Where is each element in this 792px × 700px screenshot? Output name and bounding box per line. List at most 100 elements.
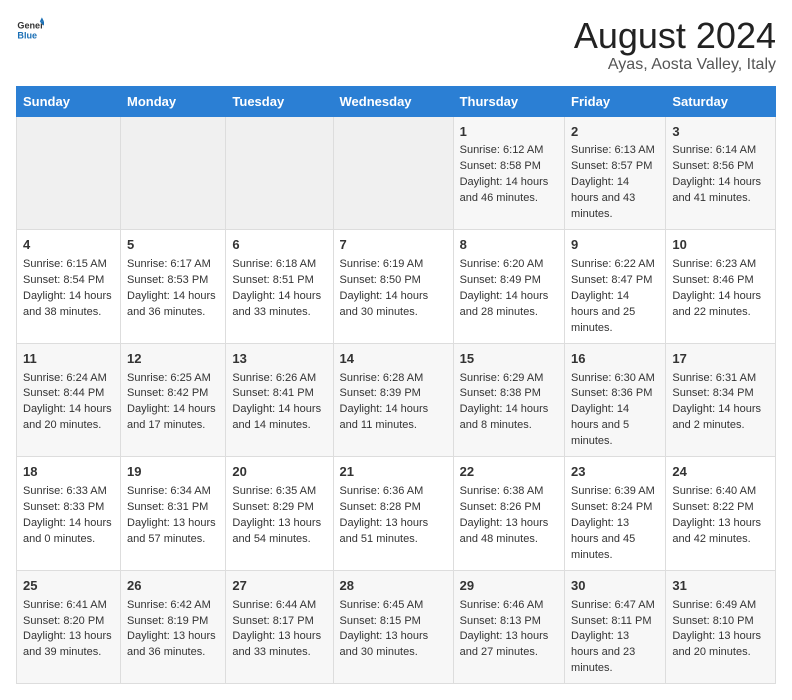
calendar-cell: 31Sunrise: 6:49 AMSunset: 8:10 PMDayligh… (666, 570, 776, 684)
day-info: Sunrise: 6:24 AM (23, 371, 114, 387)
col-header-thursday: Thursday (453, 86, 564, 116)
day-info: Sunrise: 6:26 AM (232, 371, 326, 387)
day-info: Sunset: 8:17 PM (232, 614, 326, 630)
day-number: 21 (340, 463, 447, 482)
day-info: Sunrise: 6:17 AM (127, 257, 219, 273)
calendar-cell: 10Sunrise: 6:23 AMSunset: 8:46 PMDayligh… (666, 230, 776, 344)
svg-text:Blue: Blue (17, 30, 37, 40)
calendar-cell: 16Sunrise: 6:30 AMSunset: 8:36 PMDayligh… (565, 343, 666, 457)
calendar-cell: 1Sunrise: 6:12 AMSunset: 8:58 PMDaylight… (453, 116, 564, 230)
day-number: 13 (232, 350, 326, 369)
day-info: Sunset: 8:36 PM (571, 386, 659, 402)
day-info: Sunset: 8:41 PM (232, 386, 326, 402)
day-number: 14 (340, 350, 447, 369)
calendar-cell: 3Sunrise: 6:14 AMSunset: 8:56 PMDaylight… (666, 116, 776, 230)
day-info: Daylight: 13 hours and 48 minutes. (460, 516, 558, 548)
day-info: Daylight: 13 hours and 57 minutes. (127, 516, 219, 548)
day-number: 15 (460, 350, 558, 369)
calendar-cell: 28Sunrise: 6:45 AMSunset: 8:15 PMDayligh… (333, 570, 453, 684)
day-info: Sunset: 8:44 PM (23, 386, 114, 402)
calendar-cell (226, 116, 333, 230)
day-info: Sunrise: 6:40 AM (672, 484, 769, 500)
calendar-cell: 30Sunrise: 6:47 AMSunset: 8:11 PMDayligh… (565, 570, 666, 684)
day-info: Daylight: 14 hours and 17 minutes. (127, 402, 219, 434)
day-info: Sunrise: 6:12 AM (460, 143, 558, 159)
week-row-3: 11 Sunrise: 6:24 AMSunset: 8:44 PM Dayligh… (17, 343, 776, 457)
day-info: Daylight: 13 hours and 54 minutes. (232, 516, 326, 548)
day-number: 1 (460, 123, 558, 142)
day-info: Sunset: 8:33 PM (23, 500, 114, 516)
day-info: Daylight: 14 hours and 38 minutes. (23, 289, 114, 321)
day-info: Daylight: 14 hours and 8 minutes. (460, 402, 558, 434)
day-info: Daylight: 13 hours and 27 minutes. (460, 629, 558, 661)
day-info: Sunrise: 6:31 AM (672, 371, 769, 387)
day-number: 9 (571, 236, 659, 255)
day-info: Sunrise: 6:30 AM (571, 371, 659, 387)
day-info: Sunrise: 6:22 AM (571, 257, 659, 273)
calendar-cell: 21Sunrise: 6:36 AMSunset: 8:28 PMDayligh… (333, 457, 453, 571)
calendar-cell (333, 116, 453, 230)
day-number: 12 (127, 350, 219, 369)
calendar-cell: 15Sunrise: 6:29 AMSunset: 8:38 PMDayligh… (453, 343, 564, 457)
day-info: Daylight: 14 hours and 33 minutes. (232, 289, 326, 321)
logo: General Blue (16, 16, 44, 44)
calendar-cell: 25Sunrise: 6:41 AMSunset: 8:20 PMDayligh… (17, 570, 121, 684)
col-header-monday: Monday (121, 86, 226, 116)
day-info: Sunset: 8:54 PM (23, 273, 114, 289)
calendar-cell: 12Sunrise: 6:25 AMSunset: 8:42 PMDayligh… (121, 343, 226, 457)
day-info: Sunset: 8:34 PM (672, 386, 769, 402)
day-info: Daylight: 14 hours and 46 minutes. (460, 175, 558, 207)
week-row-1: 1Sunrise: 6:12 AMSunset: 8:58 PMDaylight… (17, 116, 776, 230)
calendar-cell: 27Sunrise: 6:44 AMSunset: 8:17 PMDayligh… (226, 570, 333, 684)
day-number: 16 (571, 350, 659, 369)
day-info: Sunrise: 6:38 AM (460, 484, 558, 500)
day-info: Sunrise: 6:33 AM (23, 484, 114, 500)
day-number: 11 (23, 350, 114, 369)
calendar-cell: 17 Sunrise: 6:31 AMSunset: 8:34 PMDayligh… (666, 343, 776, 457)
day-info: Daylight: 13 hours and 20 minutes. (672, 629, 769, 661)
calendar-cell: 9Sunrise: 6:22 AMSunset: 8:47 PMDaylight… (565, 230, 666, 344)
day-info: Sunset: 8:39 PM (340, 386, 447, 402)
page-subtitle: Ayas, Aosta Valley, Italy (574, 56, 776, 74)
svg-text:General: General (17, 21, 44, 31)
page-title: August 2024 (574, 16, 776, 56)
day-info: Sunset: 8:46 PM (672, 273, 769, 289)
col-header-friday: Friday (565, 86, 666, 116)
day-info: Sunrise: 6:15 AM (23, 257, 114, 273)
logo-icon: General Blue (16, 16, 44, 44)
calendar-cell: 24Sunrise: 6:40 AMSunset: 8:22 PMDayligh… (666, 457, 776, 571)
calendar-cell: 6Sunrise: 6:18 AMSunset: 8:51 PMDaylight… (226, 230, 333, 344)
day-info: Sunset: 8:31 PM (127, 500, 219, 516)
day-info: Daylight: 14 hours and 30 minutes. (340, 289, 447, 321)
day-info: Sunrise: 6:34 AM (127, 484, 219, 500)
day-info: Sunrise: 6:42 AM (127, 598, 219, 614)
day-info: Daylight: 14 hours and 2 minutes. (672, 402, 769, 434)
day-info: Sunrise: 6:19 AM (340, 257, 447, 273)
calendar-cell: 26Sunrise: 6:42 AMSunset: 8:19 PMDayligh… (121, 570, 226, 684)
day-info: Daylight: 14 hours and 22 minutes. (672, 289, 769, 321)
calendar-cell: 13Sunrise: 6:26 AMSunset: 8:41 PMDayligh… (226, 343, 333, 457)
week-row-5: 25Sunrise: 6:41 AMSunset: 8:20 PMDayligh… (17, 570, 776, 684)
col-header-saturday: Saturday (666, 86, 776, 116)
day-info: Sunset: 8:22 PM (672, 500, 769, 516)
calendar-cell: 5Sunrise: 6:17 AMSunset: 8:53 PMDaylight… (121, 230, 226, 344)
day-info: Daylight: 13 hours and 51 minutes. (340, 516, 447, 548)
day-info: Sunrise: 6:14 AM (672, 143, 769, 159)
day-info: Sunrise: 6:25 AM (127, 371, 219, 387)
day-number: 17 (672, 350, 769, 369)
col-header-wednesday: Wednesday (333, 86, 453, 116)
day-info: Sunset: 8:50 PM (340, 273, 447, 289)
day-number: 24 (672, 463, 769, 482)
day-info: Sunrise: 6:46 AM (460, 598, 558, 614)
day-info: Sunrise: 6:13 AM (571, 143, 659, 159)
day-info: Sunset: 8:58 PM (460, 159, 558, 175)
week-row-2: 4Sunrise: 6:15 AMSunset: 8:54 PMDaylight… (17, 230, 776, 344)
calendar-cell: 29Sunrise: 6:46 AMSunset: 8:13 PMDayligh… (453, 570, 564, 684)
day-info: Daylight: 13 hours and 36 minutes. (127, 629, 219, 661)
calendar-table: SundayMondayTuesdayWednesdayThursdayFrid… (16, 86, 776, 685)
day-info: Sunrise: 6:47 AM (571, 598, 659, 614)
calendar-cell: 4Sunrise: 6:15 AMSunset: 8:54 PMDaylight… (17, 230, 121, 344)
day-number: 26 (127, 577, 219, 596)
calendar-cell (17, 116, 121, 230)
day-info: Sunset: 8:38 PM (460, 386, 558, 402)
